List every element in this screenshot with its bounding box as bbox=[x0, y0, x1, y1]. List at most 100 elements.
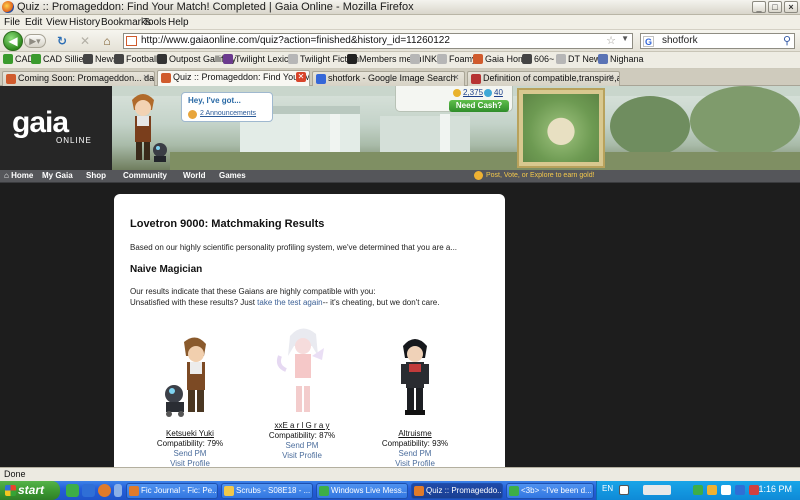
url-text[interactable]: http://www.gaiaonline.com/quiz?action=fi… bbox=[141, 35, 450, 46]
tab-favicon-icon bbox=[161, 73, 171, 83]
menu-history[interactable]: History bbox=[69, 17, 100, 28]
reload-icon[interactable]: ↻ bbox=[55, 34, 69, 48]
home-icon[interactable]: ⌂ bbox=[100, 34, 114, 48]
results-intro: Based on our highly scientific personali… bbox=[130, 243, 458, 252]
visit-profile-link[interactable]: Visit Profile bbox=[145, 459, 235, 467]
start-button[interactable]: start bbox=[0, 481, 60, 500]
nav-community[interactable]: Community bbox=[123, 171, 167, 180]
match-username[interactable]: Altruisme bbox=[370, 429, 460, 438]
bookmark-star-icon[interactable]: ☆ bbox=[606, 34, 616, 47]
maximize-button[interactable]: □ bbox=[768, 1, 782, 13]
menu-file[interactable]: File bbox=[4, 17, 20, 28]
help-icon[interactable] bbox=[619, 485, 629, 495]
bookmark-item[interactable]: Football bbox=[114, 54, 158, 64]
search-input[interactable]: shotfork bbox=[662, 35, 698, 46]
taskbar-item[interactable]: Fic Journal - Fic: Pe... bbox=[126, 483, 218, 499]
tab-close-icon[interactable]: ✕ bbox=[141, 73, 151, 83]
quicklaunch-messenger-icon[interactable] bbox=[66, 484, 79, 497]
tab-active[interactable]: Quiz :: Promageddon: Find Your M... ✕ bbox=[157, 70, 310, 86]
url-dropdown-icon[interactable]: ▼ bbox=[621, 34, 629, 43]
task-app-icon bbox=[319, 486, 329, 496]
site-favicon-icon bbox=[126, 36, 137, 46]
bookmark-icon bbox=[157, 54, 167, 64]
taskbar-item[interactable]: Scrubs - S08E18 - ... bbox=[221, 483, 313, 499]
match-username[interactable]: Ketsueki Yuki bbox=[145, 429, 235, 438]
search-icon[interactable]: ⚲ bbox=[783, 34, 791, 47]
taskbar-item[interactable]: <3b> ~I've been d... bbox=[506, 483, 594, 499]
gold-amount[interactable]: 2,375 bbox=[463, 88, 483, 97]
match-avatar[interactable] bbox=[385, 334, 445, 420]
nav-games[interactable]: Games bbox=[219, 171, 246, 180]
bookmark-icon bbox=[3, 54, 13, 64]
tab[interactable]: Coming Soon: Promageddon... dance li... … bbox=[2, 71, 155, 86]
bookmarks-toolbar: CAD CAD Sillies! News Football Outpost G… bbox=[0, 52, 800, 69]
tab-close-icon[interactable]: ✕ bbox=[606, 73, 616, 83]
bookmark-item[interactable]: CAD Sillies! bbox=[31, 54, 91, 64]
tab-strip: Coming Soon: Promageddon... dance li... … bbox=[0, 69, 800, 86]
menu-tools[interactable]: Tools bbox=[143, 17, 166, 28]
bookmark-item[interactable]: CAD bbox=[3, 54, 34, 64]
quicklaunch-ie-icon[interactable] bbox=[82, 484, 95, 497]
bookmark-item[interactable]: Nighana bbox=[598, 54, 644, 64]
nav-home[interactable]: ⌂ Home bbox=[4, 171, 33, 180]
announcements-link[interactable]: 2 Announcements bbox=[200, 110, 256, 117]
match-avatar[interactable] bbox=[272, 326, 332, 420]
language-indicator[interactable]: EN bbox=[602, 484, 613, 493]
minimize-button[interactable]: _ bbox=[752, 1, 766, 13]
tab[interactable]: Definition of compatible,transpire,addle… bbox=[467, 71, 620, 86]
visit-profile-link[interactable]: Visit Profile bbox=[370, 459, 460, 467]
taskbar-item-active[interactable]: Quiz :: Promageddo... bbox=[411, 483, 503, 499]
forward-button[interactable]: ▶▾ bbox=[24, 34, 46, 48]
bookmark-item[interactable]: INK bbox=[410, 54, 437, 64]
tab-close-icon[interactable]: ✕ bbox=[296, 72, 306, 82]
window-title: Quiz :: Promageddon: Find Your Match! Co… bbox=[17, 1, 414, 13]
announcement-bubble[interactable]: Hey, I've got... 2 Announcements bbox=[181, 92, 273, 122]
visit-profile-link[interactable]: Visit Profile bbox=[257, 451, 347, 460]
bookmark-item[interactable]: News bbox=[83, 54, 118, 64]
nav-shop[interactable]: Shop bbox=[86, 171, 106, 180]
gaia-logo[interactable]: gaia ONLINE bbox=[0, 86, 112, 170]
send-pm-link[interactable]: Send PM bbox=[370, 449, 460, 458]
town-map-thumbnail[interactable] bbox=[517, 88, 605, 168]
volume-icon[interactable] bbox=[735, 485, 745, 495]
tray-app-icon[interactable] bbox=[707, 485, 717, 495]
send-pm-link[interactable]: Send PM bbox=[145, 449, 235, 458]
tab[interactable]: shotfork - Google Image Search ✕ bbox=[312, 71, 465, 86]
user-avatar[interactable] bbox=[118, 90, 168, 168]
earn-gold-promo[interactable]: Post, Vote, or Explore to earn gold! bbox=[474, 171, 595, 180]
quicklaunch-firefox-icon[interactable] bbox=[98, 484, 111, 497]
messenger-tray-icon[interactable] bbox=[693, 485, 703, 495]
close-button[interactable]: × bbox=[784, 1, 798, 13]
stop-icon[interactable]: ✕ bbox=[78, 34, 92, 48]
quicklaunch-expand-icon[interactable] bbox=[114, 484, 122, 497]
clock: 1:16 PM bbox=[758, 484, 792, 494]
bookmark-item[interactable]: 606~ bbox=[522, 54, 554, 64]
taskbar-item[interactable]: Windows Live Mess... bbox=[316, 483, 408, 499]
search-box[interactable]: G shotfork ⚲ bbox=[640, 33, 795, 49]
nav-world[interactable]: World bbox=[183, 171, 206, 180]
match-username[interactable]: xxE a r l G r a y bbox=[257, 421, 347, 430]
nav-my-gaia[interactable]: My Gaia bbox=[42, 171, 73, 180]
need-cash-button[interactable]: Need Cash? bbox=[449, 100, 509, 112]
bookmark-item[interactable]: Foamy bbox=[437, 54, 477, 64]
nero-icon[interactable] bbox=[643, 485, 671, 495]
address-bar[interactable]: http://www.gaiaonline.com/quiz?action=fi… bbox=[123, 33, 633, 49]
retake-test-link[interactable]: take the test again bbox=[257, 298, 322, 307]
menu-edit[interactable]: Edit bbox=[25, 17, 42, 28]
back-button[interactable]: ◀ bbox=[3, 31, 23, 51]
match-card: Ketsueki Yuki Compatibility: 79% Send PM… bbox=[145, 334, 235, 467]
send-pm-link[interactable]: Send PM bbox=[257, 441, 347, 450]
platinum-amount[interactable]: 40 bbox=[494, 88, 503, 97]
task-app-icon bbox=[224, 486, 234, 496]
match-compatibility: Compatibility: 79% bbox=[156, 439, 224, 448]
tray-app-icon[interactable] bbox=[721, 485, 731, 495]
bookmark-icon bbox=[288, 54, 298, 64]
menu-view[interactable]: View bbox=[46, 17, 68, 28]
match-avatar[interactable] bbox=[160, 334, 220, 420]
menu-help[interactable]: Help bbox=[168, 17, 189, 28]
tab-close-icon[interactable]: ✕ bbox=[451, 73, 461, 83]
match-compatibility: Compatibility: 87% bbox=[268, 431, 336, 440]
bookmark-icon bbox=[347, 54, 357, 64]
google-search-engine-icon[interactable]: G bbox=[643, 36, 654, 47]
platinum-icon bbox=[484, 89, 492, 97]
